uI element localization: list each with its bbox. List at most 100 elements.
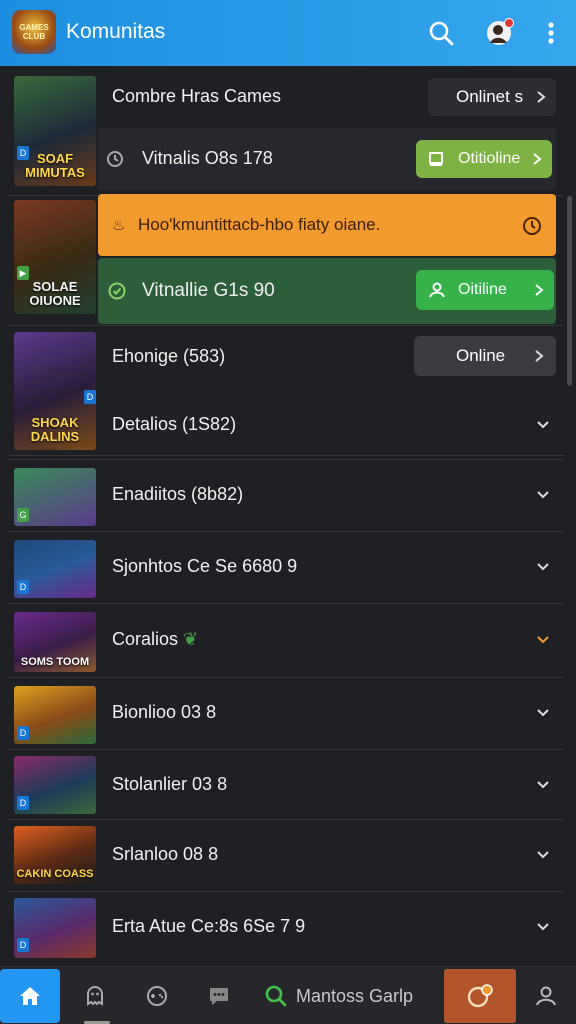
game-thumbnail: D <box>14 756 96 814</box>
list-item[interactable]: G Enadiitos (8b82) <box>8 460 564 532</box>
chat-bubble-icon <box>210 988 228 1005</box>
thumbnail-caption: CAKIN COASS <box>16 868 94 880</box>
chevron-down-icon[interactable] <box>534 558 552 576</box>
app-bar: GAMES CLUB Komunitas <box>0 0 576 66</box>
sub-row-title: Vitnallie G1s 90 <box>142 280 275 301</box>
chevron-right-icon <box>533 153 542 165</box>
chevron-right-icon <box>535 350 544 362</box>
platform-badge: D <box>17 796 29 810</box>
platform-badge: ▶ <box>17 266 29 280</box>
row-title: Enadiitos (8b82) <box>112 484 244 504</box>
leaf-icon: ❦ <box>183 629 199 649</box>
alert-bubble-icon <box>467 984 493 1008</box>
clock-icon <box>523 217 541 235</box>
more-vert-icon <box>548 22 554 44</box>
platform-badge: G <box>17 508 29 522</box>
sub-list-item[interactable]: Vitnalis O8s 178 Otitioline <box>98 128 556 190</box>
announcement-banner[interactable]: ♨ Hoo'kmuntittacb-hbo fiaty oiane. <box>98 194 556 256</box>
notification-badge <box>504 18 514 28</box>
home-icon <box>20 987 40 1005</box>
banner-text: Hoo'kmuntittacb-hbo fiaty oiane. <box>138 215 381 234</box>
community-list: D SOAF MIMUTAS Combre Hras Cames Onlinet… <box>0 66 576 966</box>
nav-search-label: Mantoss Garlp <box>296 985 414 1006</box>
row-title: Erta Atue Ce:8s 6Se 7 9 <box>112 916 306 936</box>
gamepad-icon <box>147 986 167 1006</box>
chevron-right-icon <box>535 284 544 296</box>
list-item[interactable]: D Bionlioo 03 8 <box>8 678 564 750</box>
thumbnail-caption: SOAF MIMUTAS <box>25 151 85 180</box>
nav-home[interactable] <box>0 969 60 1023</box>
ghost-icon <box>87 986 103 1006</box>
nav-games[interactable] <box>128 969 186 1023</box>
chevron-down-icon[interactable] <box>534 918 552 936</box>
online-button[interactable]: Online <box>414 336 556 376</box>
list-item[interactable]: CAKIN COASS Srlanloo 08 8 <box>8 820 564 892</box>
online-label: Oitiline <box>458 281 507 298</box>
notifications-button[interactable] <box>482 16 516 50</box>
online-button[interactable]: Oitiline <box>416 270 554 310</box>
chevron-down-icon[interactable] <box>534 846 552 864</box>
online-label: Online <box>456 346 506 365</box>
platform-badge: D <box>17 938 29 952</box>
platform-badge: D <box>17 726 29 740</box>
list-item[interactable]: D Sjonhtos Ce Se 6680 9 <box>8 532 564 604</box>
list-item[interactable]: D Stolanlier 03 8 <box>8 750 564 820</box>
person-icon <box>429 282 445 298</box>
row-title-text: Coralios <box>112 629 179 649</box>
nav-chat[interactable] <box>190 969 248 1023</box>
row-title: Srlanloo 08 8 <box>112 844 219 864</box>
clock-icon <box>107 151 123 167</box>
person-icon <box>536 986 556 1006</box>
scrollbar[interactable] <box>567 196 572 386</box>
more-menu-button[interactable] <box>534 16 568 50</box>
app-logo-text: GAMES CLUB <box>19 23 49 41</box>
row-title: Bionlioo 03 8 <box>112 702 217 722</box>
check-circle-icon <box>108 282 126 300</box>
nav-alerts[interactable] <box>444 969 516 1023</box>
game-thumbnail: D <box>14 686 96 744</box>
row-title: Stolanlier 03 8 <box>112 774 227 795</box>
thumbnail-caption: SOLAE OIUONE <box>29 279 81 308</box>
row-title: Sjonhtos Ce Se 6680 9 <box>112 556 298 576</box>
row-title: Detalios (1S82) <box>112 414 237 434</box>
nav-search[interactable]: Mantoss Garlp <box>256 969 436 1023</box>
game-thumbnail: D <box>14 540 96 598</box>
nav-groups[interactable] <box>66 969 124 1023</box>
online-label: Otitioline <box>458 150 521 167</box>
chevron-down-icon[interactable] <box>534 776 552 794</box>
game-thumbnail: D <box>14 898 96 958</box>
list-item[interactable]: D Erta Atue Ce:8s 6Se 7 9 <box>8 892 564 964</box>
chevron-down-icon[interactable] <box>534 416 552 434</box>
game-thumbnail: SOMS TOOM <box>14 612 96 672</box>
game-thumbnail: CAKIN COASS <box>14 826 96 884</box>
row-title: Coralios ❦ <box>112 629 198 650</box>
bottom-navigation: Mantoss Garlp <box>0 966 576 1024</box>
app-title: Komunitas <box>66 20 166 43</box>
row-title: Ehonige (583) <box>112 346 226 366</box>
row-title-text: Stolanlier 03 8 <box>112 774 228 794</box>
online-button[interactable]: Onlinet s <box>428 78 556 116</box>
platform-badge: D <box>17 580 29 594</box>
list-item[interactable]: SOMS TOOM Coralios ❦ <box>8 604 564 678</box>
list-item[interactable]: Detalios (1S82) <box>8 390 564 460</box>
search-icon <box>265 985 287 1007</box>
chevron-down-icon[interactable] <box>534 486 552 504</box>
search-icon <box>429 21 454 46</box>
online-label: Onlinet s <box>456 87 524 106</box>
game-thumbnail: G <box>14 468 96 526</box>
game-thumbnail: D SOAF MIMUTAS <box>14 76 96 186</box>
online-button[interactable]: Otitioline <box>416 140 552 178</box>
sub-row-title: Vitnalis O8s 178 <box>142 148 273 168</box>
search-button[interactable] <box>424 16 458 50</box>
nav-profile[interactable] <box>520 969 572 1023</box>
fire-icon: ♨ <box>112 217 126 234</box>
sub-list-item[interactable]: Vitnallie G1s 90 Oitiline <box>98 258 556 324</box>
device-icon <box>429 152 443 166</box>
app-logo[interactable]: GAMES CLUB <box>12 10 56 54</box>
chevron-right-icon <box>537 91 546 103</box>
chevron-down-icon[interactable] <box>534 631 552 649</box>
row-title: Combre Hras Cames <box>112 86 282 106</box>
chevron-down-icon[interactable] <box>534 704 552 722</box>
thumbnail-caption: SOMS TOOM <box>20 656 90 668</box>
game-thumbnail: ▶ SOLAE OIUONE <box>14 200 96 314</box>
